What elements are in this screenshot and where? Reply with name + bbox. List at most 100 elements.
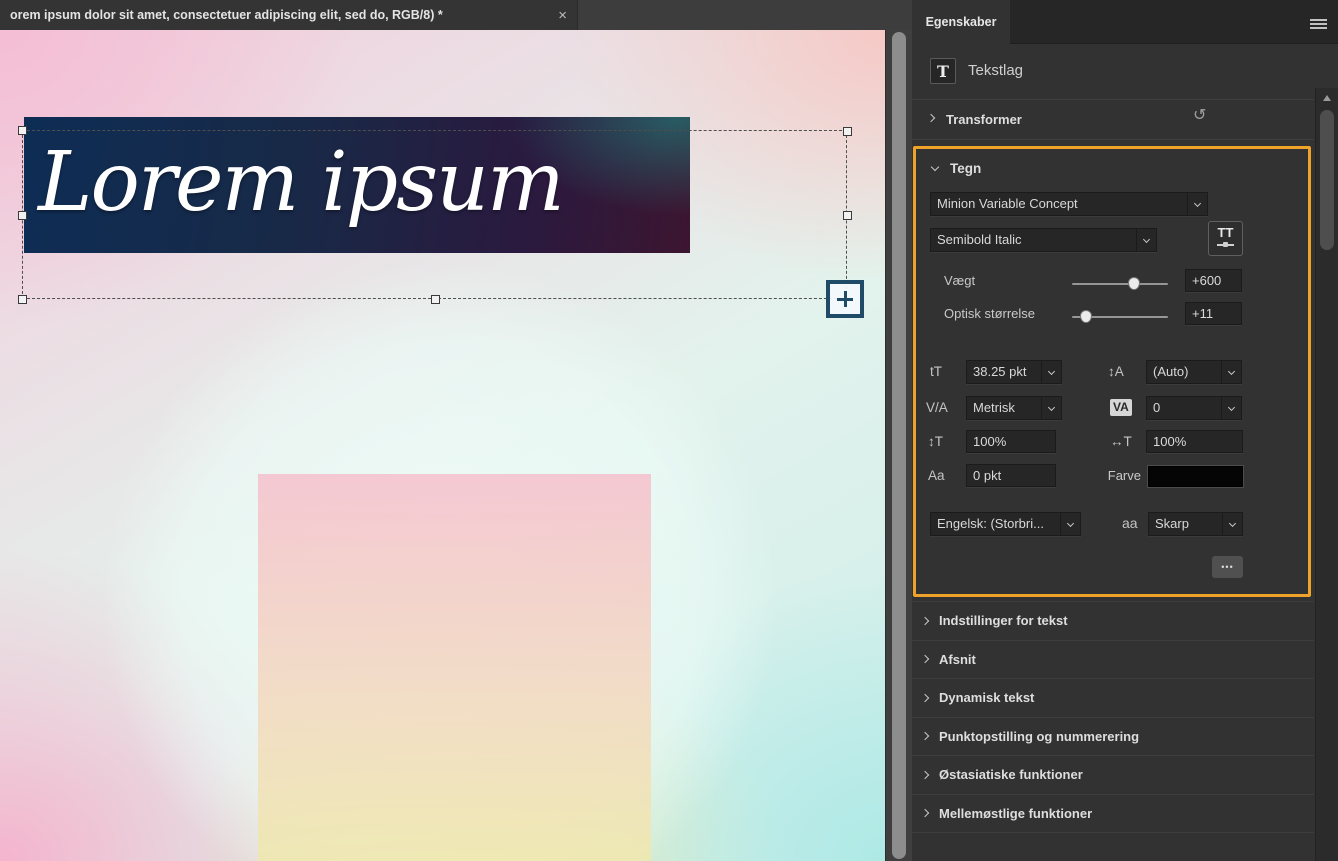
weight-input[interactable]: +600	[1185, 269, 1242, 292]
weight-slider-thumb[interactable]	[1128, 277, 1140, 290]
optical-size-input[interactable]: +11	[1185, 302, 1242, 325]
section-tegn[interactable]: Tegn	[950, 161, 981, 176]
transform-bounding-box[interactable]	[22, 130, 847, 299]
kerning-select[interactable]: Metrisk	[966, 396, 1062, 420]
document-title: orem ipsum dolor sit amet, consectetuer …	[10, 8, 548, 22]
font-family-value: Minion Variable Concept	[931, 193, 1187, 215]
panel-header: Egenskaber	[912, 0, 1338, 44]
chevron-right-icon	[921, 617, 929, 625]
font-style-select[interactable]: Semibold Italic	[930, 228, 1157, 252]
optical-size-label: Optisk størrelse	[944, 306, 1035, 321]
layer-type-label: Tekstlag	[968, 58, 1023, 84]
variable-font-icon: TT	[1209, 226, 1242, 240]
text-layer-type-icon: T	[930, 58, 956, 84]
more-options-button[interactable]: •••	[1212, 556, 1243, 578]
chevron-down-icon[interactable]	[1221, 361, 1241, 383]
chevron-down-icon[interactable]	[1041, 397, 1061, 419]
section-transformer[interactable]: Transformer	[946, 112, 1022, 127]
optical-size-slider[interactable]	[1072, 316, 1168, 318]
optical-size-slider-thumb[interactable]	[1080, 310, 1092, 323]
tab-egenskaber[interactable]: Egenskaber	[912, 0, 1010, 44]
panel-vertical-scrollbar[interactable]	[1315, 88, 1338, 861]
chevron-down-icon[interactable]	[1041, 361, 1061, 383]
gradient-rectangle-layer[interactable]	[258, 474, 651, 861]
reset-transform-icon[interactable]: ↺	[1193, 108, 1206, 124]
section-label: Østasiatiske funktioner	[939, 767, 1083, 782]
transform-handle-bottom-center[interactable]	[431, 295, 440, 304]
variable-font-options-button[interactable]: TT	[1208, 221, 1243, 256]
slider-icon	[1217, 244, 1234, 246]
weight-slider[interactable]	[1072, 283, 1168, 285]
transform-handle-top-left[interactable]	[18, 126, 27, 135]
baseline-shift-input[interactable]: 0 pkt	[966, 464, 1056, 487]
transform-handle-bottom-left[interactable]	[18, 295, 27, 304]
canvas-scrollbar-thumb[interactable]	[892, 32, 906, 859]
vertical-scale-input[interactable]: 100%	[966, 430, 1056, 453]
divider	[912, 139, 1314, 140]
chevron-right-icon	[921, 694, 929, 702]
vertical-scale-icon: ↕T	[928, 434, 943, 449]
document-canvas[interactable]: Lorem ipsum	[0, 30, 885, 861]
horizontal-scale-icon: ↔T	[1110, 434, 1132, 449]
font-size-icon: tT	[930, 364, 942, 379]
font-family-select[interactable]: Minion Variable Concept	[930, 192, 1208, 216]
divider	[912, 99, 1314, 100]
document-tab[interactable]: orem ipsum dolor sit amet, consectetuer …	[0, 0, 578, 30]
chevron-down-icon[interactable]	[1136, 229, 1156, 251]
close-icon[interactable]: ×	[558, 8, 567, 23]
section-dynamisk-tekst[interactable]: Dynamisk tekst	[912, 679, 1314, 718]
font-size-select[interactable]: 38.25 pkt	[966, 360, 1062, 384]
section-punktopstilling[interactable]: Punktopstilling og nummerering	[912, 718, 1314, 757]
text-color-swatch[interactable]	[1148, 466, 1243, 487]
section-label: Dynamisk tekst	[939, 690, 1034, 705]
section-label: Mellemøstlige funktioner	[939, 806, 1092, 821]
chevron-down-icon[interactable]	[931, 163, 939, 171]
horizontal-scale-input[interactable]: 100%	[1146, 430, 1243, 453]
kerning-icon: V/A	[926, 400, 948, 415]
plus-icon	[844, 291, 847, 307]
section-label: Indstillinger for tekst	[939, 613, 1068, 628]
transform-handle-top-right[interactable]	[843, 127, 852, 136]
panel-menu-icon[interactable]	[1310, 19, 1327, 31]
chevron-down-icon[interactable]	[1187, 193, 1207, 215]
leading-icon: ↕A	[1108, 364, 1124, 379]
antialias-icon: aa	[1122, 515, 1138, 531]
tracking-value: 0	[1147, 397, 1221, 419]
section-ostasiatiske-funktioner[interactable]: Østasiatiske funktioner	[912, 756, 1314, 795]
transform-handle-mid-left[interactable]	[18, 211, 27, 220]
font-size-value: 38.25 pkt	[967, 361, 1041, 383]
canvas-vertical-scrollbar[interactable]	[885, 30, 912, 861]
tracking-select[interactable]: 0	[1146, 396, 1242, 420]
kerning-value: Metrisk	[967, 397, 1041, 419]
chevron-right-icon	[921, 809, 929, 817]
chevron-right-icon[interactable]	[927, 114, 935, 122]
transform-handle-mid-right[interactable]	[843, 211, 852, 220]
weight-label: Vægt	[944, 273, 975, 288]
tracking-icon: VA	[1110, 399, 1132, 416]
properties-panel: Egenskaber T Tekstlag Transformer ↺ Tegn…	[912, 0, 1338, 861]
chevron-down-icon[interactable]	[1221, 397, 1241, 419]
chevron-down-icon[interactable]	[1222, 513, 1242, 535]
color-label: Farve	[1072, 468, 1141, 483]
section-mellemostlige-funktioner[interactable]: Mellemøstlige funktioner	[912, 795, 1314, 834]
leading-value: (Auto)	[1147, 361, 1221, 383]
chevron-right-icon	[921, 732, 929, 740]
collapsed-sections: Indstillinger for tekst Afsnit Dynamisk …	[912, 601, 1314, 833]
section-label: Punktopstilling og nummerering	[939, 729, 1139, 744]
section-afsnit[interactable]: Afsnit	[912, 641, 1314, 680]
language-select[interactable]: Engelsk: (Storbri...	[930, 512, 1081, 536]
section-label: Afsnit	[939, 652, 976, 667]
panel-scrollbar-thumb[interactable]	[1320, 110, 1334, 250]
chevron-right-icon	[921, 771, 929, 779]
section-indstillinger-for-tekst[interactable]: Indstillinger for tekst	[912, 602, 1314, 641]
baseline-shift-icon: Aa	[928, 468, 945, 483]
scroll-up-arrow-icon[interactable]	[1323, 95, 1331, 101]
leading-select[interactable]: (Auto)	[1146, 360, 1242, 384]
font-style-value: Semibold Italic	[931, 229, 1136, 251]
chevron-down-icon[interactable]	[1060, 513, 1080, 535]
antialias-value: Skarp	[1149, 513, 1222, 535]
language-value: Engelsk: (Storbri...	[931, 513, 1060, 535]
antialias-select[interactable]: Skarp	[1148, 512, 1243, 536]
transform-handle-bottom-right-add-icon[interactable]	[826, 280, 864, 318]
photoshop-window: orem ipsum dolor sit amet, consectetuer …	[0, 0, 1338, 861]
